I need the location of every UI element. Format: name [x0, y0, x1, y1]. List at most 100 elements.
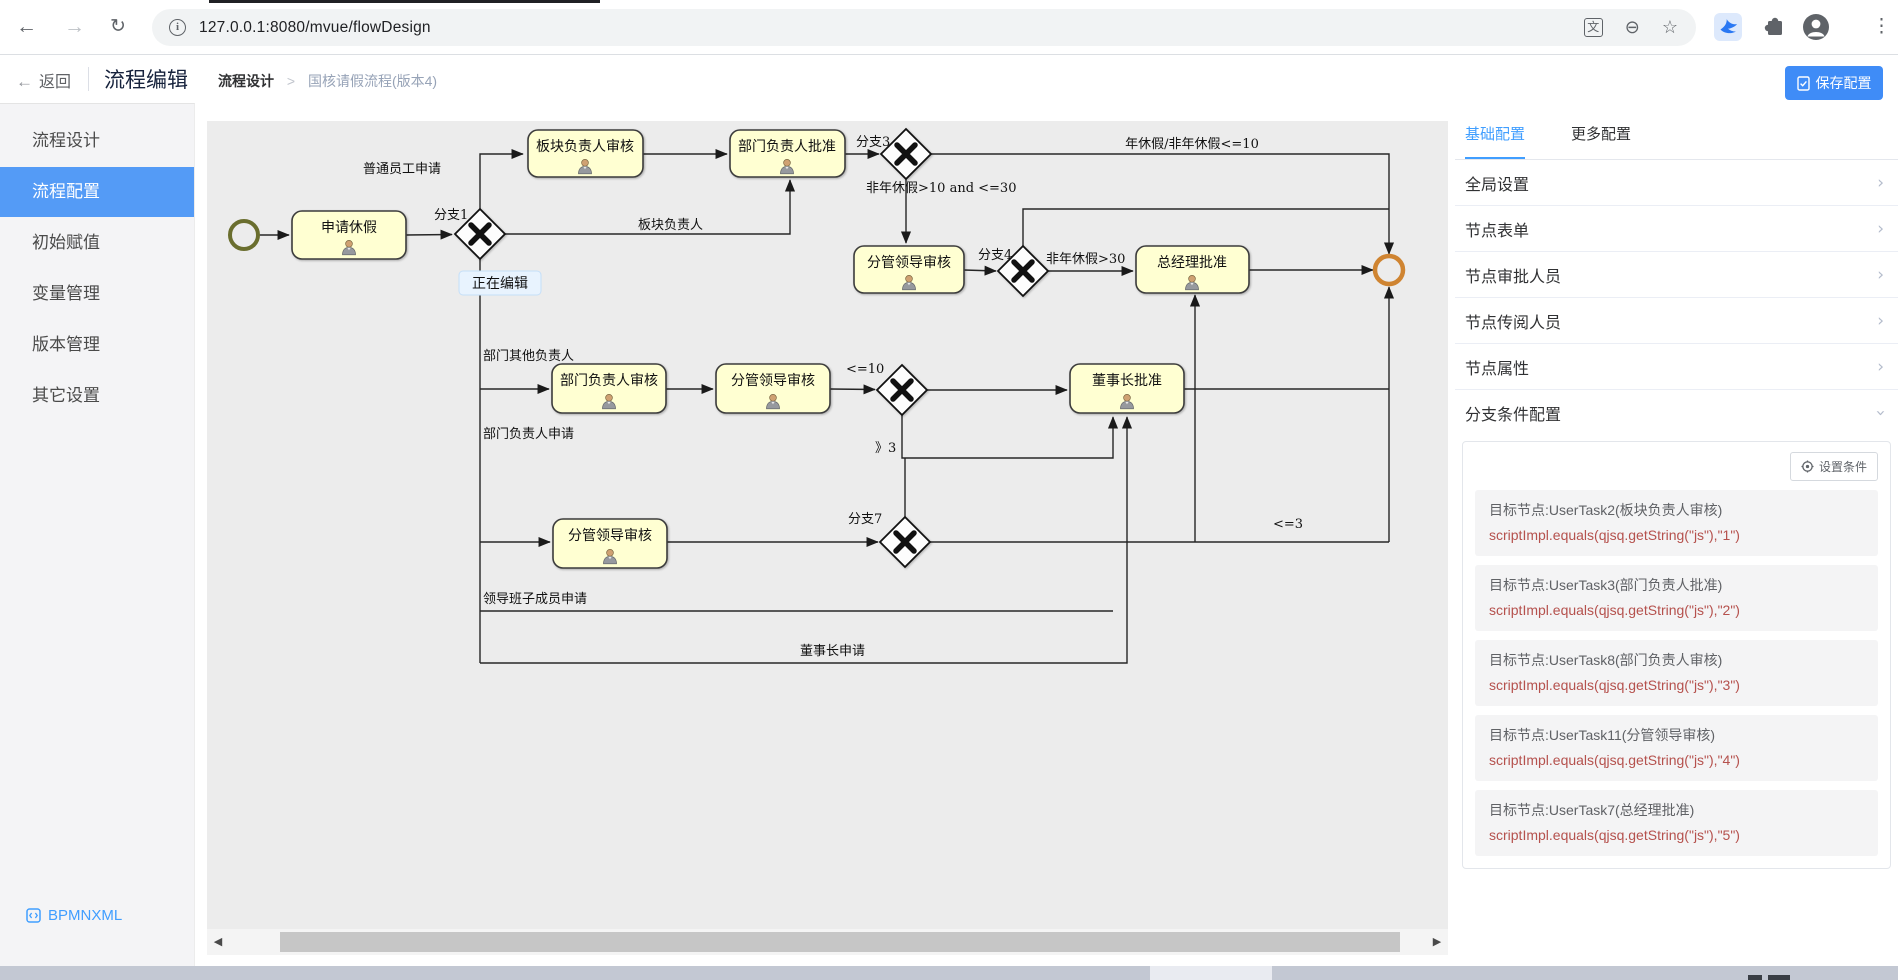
task-label: 董事长批准 — [1092, 373, 1162, 389]
browser-toolbar: ← → ↻ i 127.0.0.1:8080/mvue/flowDesign 文… — [0, 0, 1898, 55]
save-config-button[interactable]: 保存配置 — [1785, 66, 1883, 100]
app-window: ← → ↻ i 127.0.0.1:8080/mvue/flowDesign 文… — [0, 0, 1898, 980]
bpmn-xml-link[interactable]: BPMNXML — [26, 907, 122, 924]
sidebar-item-initial-assign[interactable]: 初始赋值 — [0, 218, 194, 268]
bookmark-star-icon[interactable]: ☆ — [1662, 17, 1678, 38]
task-charge-leader-review-top[interactable]: 分管领导审核 — [853, 245, 965, 294]
header-divider — [88, 67, 89, 91]
edge-label-leadership-apply: 领导班子成员申请 — [483, 592, 587, 607]
page-title: 流程编辑 — [104, 69, 188, 92]
taskbar-segment — [1150, 966, 1272, 980]
url-text[interactable]: 127.0.0.1:8080/mvue/flowDesign — [199, 19, 431, 37]
tab-basic-config[interactable]: 基础配置 — [1465, 123, 1526, 159]
condition-item[interactable]: 目标节点:UserTask11(分管领导审核) scriptImpl.equal… — [1475, 715, 1878, 781]
sidebar-item-other-settings[interactable]: 其它设置 — [0, 371, 194, 421]
edge-label-dept-leader-apply: 部门负责人申请 — [483, 427, 574, 442]
flow-canvas[interactable]: 申请休假 板块负责人审核 部门负责人批准 分管领导审核 总经理批准 部门负责人审… — [207, 121, 1448, 955]
gateway-branch7[interactable] — [878, 515, 932, 569]
flow-edge[interactable] — [963, 265, 997, 276]
back-arrow-icon: ← — [16, 72, 33, 91]
canvas-horizontal-scrollbar[interactable]: ◀ ▶ — [207, 929, 1448, 955]
task-dept-leader-approve[interactable]: 部门负责人批准 — [729, 129, 846, 178]
sidebar: 流程设计 流程配置 初始赋值 变量管理 版本管理 其它设置 BPMNXML — [0, 103, 195, 966]
task-label: 总经理批准 — [1157, 255, 1227, 271]
edge-label-gt10-le30: 非年休假>10 and <=30 — [866, 181, 1016, 196]
editing-tooltip-label: 正在编辑 — [472, 275, 528, 291]
condition-item[interactable]: 目标节点:UserTask7(总经理批准) scriptImpl.equals(… — [1475, 790, 1878, 856]
section-node-approvers[interactable]: 节点审批人员 › — [1455, 252, 1898, 298]
scrollbar-thumb[interactable] — [280, 932, 1400, 952]
profile-avatar[interactable] — [1802, 13, 1830, 46]
config-panel: 基础配置 更多配置 全局设置 › 节点表单 › 节点审批人员 › 节点传阅人员 › 节点… — [1455, 103, 1898, 966]
edge-label-block-leader: 板块负责人 — [638, 218, 703, 233]
flow-edge[interactable] — [405, 229, 453, 240]
sidebar-item-flow-config[interactable]: 流程配置 — [0, 167, 194, 217]
section-branch-conditions[interactable]: 分支条件配置 › — [1455, 390, 1898, 436]
breadcrumb: 流程设计 > 国核请假流程(版本4) — [218, 71, 437, 91]
end-event[interactable] — [1372, 253, 1406, 287]
page-info-icon[interactable]: i — [169, 19, 186, 36]
breadcrumb-separator: > — [286, 73, 296, 89]
sidebar-item-flow-design[interactable]: 流程设计 — [0, 116, 194, 166]
section-node-properties[interactable]: 节点属性 › — [1455, 344, 1898, 390]
task-apply-leave[interactable]: 申请休假 — [291, 210, 407, 260]
section-global-settings[interactable]: 全局设置 › — [1455, 160, 1898, 206]
breadcrumb-current: 国核请假流程(版本4) — [307, 73, 438, 89]
flow-edge[interactable] — [1022, 208, 1389, 246]
condition-target: 目标节点:UserTask8(部门负责人审核) — [1489, 652, 1723, 668]
browser-tab-strip — [209, 0, 600, 3]
sidebar-item-version-mgmt[interactable]: 版本管理 — [0, 320, 194, 370]
chevron-right-icon: › — [1877, 264, 1884, 285]
sidebar-item-variable-mgmt[interactable]: 变量管理 — [0, 269, 194, 319]
task-label: 板块负责人审核 — [536, 139, 634, 155]
bird-extension-icon[interactable] — [1714, 13, 1742, 41]
gateway-le10[interactable] — [875, 363, 929, 417]
task-charge-leader-review-bottom[interactable]: 分管领导审核 — [552, 518, 668, 569]
scroll-right-icon[interactable]: ▶ — [1426, 929, 1448, 955]
set-condition-button[interactable]: 设置条件 — [1789, 452, 1878, 481]
back-button[interactable]: ← 返回 — [16, 68, 71, 92]
start-event[interactable] — [228, 219, 260, 251]
tab-more-config[interactable]: 更多配置 — [1571, 123, 1631, 159]
browser-back-icon[interactable]: ← — [16, 14, 37, 40]
flow-edge[interactable] — [901, 415, 1119, 459]
extensions-puzzle-icon[interactable] — [1762, 15, 1786, 44]
task-charge-leader-review-mid[interactable]: 分管领导审核 — [715, 363, 831, 414]
edge-label-gt3: 》3 — [875, 441, 896, 456]
browser-forward-icon[interactable]: → — [64, 14, 85, 40]
zoom-out-icon[interactable]: ⊖ — [1625, 17, 1640, 38]
section-node-form[interactable]: 节点表单 › — [1455, 206, 1898, 252]
chrome-menu-icon[interactable]: ⋮ — [1872, 14, 1891, 40]
condition-item[interactable]: 目标节点:UserTask2(板块负责人审核) scriptImpl.equal… — [1475, 490, 1878, 556]
taskbar-clock-fragment — [1768, 975, 1790, 980]
task-chairman-approve[interactable]: 董事长批准 — [1069, 363, 1185, 414]
flow-edge[interactable] — [931, 153, 1395, 255]
editing-tooltip[interactable]: 正在编辑 — [458, 270, 542, 296]
section-node-readers[interactable]: 节点传阅人员 › — [1455, 298, 1898, 344]
task-block-leader-review[interactable]: 板块负责人审核 — [527, 129, 644, 178]
task-label: 分管领导审核 — [731, 373, 815, 389]
chevron-right-icon: › — [1877, 356, 1884, 377]
task-dept-leader-review[interactable]: 部门负责人审核 — [551, 363, 667, 414]
scroll-left-icon[interactable]: ◀ — [207, 929, 229, 955]
browser-reload-icon[interactable]: ↻ — [110, 14, 126, 40]
edge-label-ordinary-staff: 普通员工申请 — [363, 162, 441, 177]
edge-label-branch4: 分支4 — [978, 248, 1012, 263]
translate-icon[interactable]: 文 — [1583, 18, 1603, 37]
edge-label-branch3: 分支3 — [856, 135, 890, 150]
gear-icon — [1801, 460, 1814, 473]
condition-target: 目标节点:UserTask7(总经理批准) — [1489, 802, 1695, 818]
edge-label-annual-le10: 年休假/非年休假<=10 — [1125, 137, 1259, 152]
bpmn-diagram: 申请休假 板块负责人审核 部门负责人批准 分管领导审核 总经理批准 部门负责人审… — [228, 127, 1406, 664]
address-bar[interactable]: i 127.0.0.1:8080/mvue/flowDesign 文 ⊖ ☆ — [152, 9, 1696, 46]
breadcrumb-root[interactable]: 流程设计 — [218, 73, 274, 89]
flow-edge[interactable] — [479, 148, 524, 209]
condition-script: scriptImpl.equals(qjsq.getString("js"),"… — [1489, 752, 1740, 768]
task-gm-approve[interactable]: 总经理批准 — [1135, 245, 1250, 294]
chevron-right-icon: › — [1877, 172, 1884, 193]
condition-item[interactable]: 目标节点:UserTask3(部门负责人批准) scriptImpl.equal… — [1475, 565, 1878, 631]
task-label: 部门负责人批准 — [738, 139, 836, 155]
condition-item[interactable]: 目标节点:UserTask8(部门负责人审核) scriptImpl.equal… — [1475, 640, 1878, 706]
edge-label-branch7: 分支7 — [848, 512, 882, 527]
flow-edge[interactable] — [829, 384, 876, 395]
